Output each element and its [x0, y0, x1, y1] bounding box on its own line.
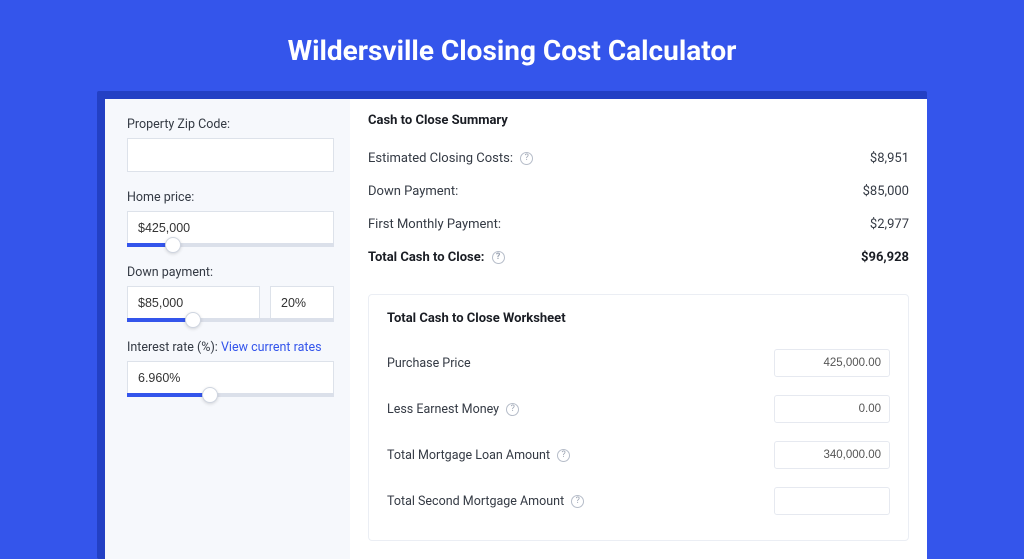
- worksheet-input-purchase-price[interactable]: [774, 349, 890, 377]
- summary-total-label: Total Cash to Close: ?: [368, 250, 505, 265]
- down-slider[interactable]: [127, 318, 334, 322]
- rate-slider-fill: [127, 393, 210, 397]
- summary-total-value: $96,928: [861, 250, 909, 265]
- view-rates-link[interactable]: View current rates: [221, 340, 322, 355]
- worksheet-row-mortgage-amount: Total Mortgage Loan Amount ?: [387, 432, 890, 478]
- rate-slider[interactable]: [127, 393, 334, 397]
- panel-container: Property Zip Code: Home price: Down paym…: [97, 91, 927, 559]
- worksheet-input-earnest-money[interactable]: [774, 395, 890, 423]
- worksheet-row-purchase-price: Purchase Price: [387, 340, 890, 386]
- summary-value: $2,977: [870, 217, 909, 232]
- rate-label: Interest rate (%):: [127, 340, 218, 355]
- input-sidebar: Property Zip Code: Home price: Down paym…: [105, 99, 350, 559]
- help-icon[interactable]: ?: [492, 251, 505, 264]
- help-icon[interactable]: ?: [557, 449, 570, 462]
- down-label: Down payment:: [127, 265, 334, 280]
- worksheet-label-text: Total Mortgage Loan Amount: [387, 448, 550, 463]
- worksheet-label-text: Less Earnest Money: [387, 402, 499, 417]
- down-percent-input[interactable]: [270, 286, 334, 320]
- rate-slider-thumb[interactable]: [202, 387, 218, 403]
- summary-row-total: Total Cash to Close: ? $96,928: [368, 241, 909, 274]
- help-icon[interactable]: ?: [571, 495, 584, 508]
- zip-input[interactable]: [127, 138, 334, 172]
- summary-row-closing-costs: Estimated Closing Costs: ? $8,951: [368, 142, 909, 175]
- zip-label: Property Zip Code:: [127, 117, 334, 132]
- summary-value: $85,000: [863, 184, 909, 199]
- worksheet-title: Total Cash to Close Worksheet: [387, 311, 890, 326]
- field-home-price: Home price:: [127, 190, 334, 247]
- worksheet-label: Total Second Mortgage Amount ?: [387, 494, 584, 509]
- down-slider-thumb[interactable]: [185, 312, 201, 328]
- worksheet-input-second-mortgage[interactable]: [774, 487, 890, 515]
- summary-label: Down Payment:: [368, 184, 458, 199]
- worksheet-label: Less Earnest Money ?: [387, 402, 519, 417]
- field-interest-rate: Interest rate (%): View current rates: [127, 340, 334, 397]
- worksheet-row-earnest-money: Less Earnest Money ?: [387, 386, 890, 432]
- summary-title: Cash to Close Summary: [368, 113, 909, 128]
- worksheet-label: Purchase Price: [387, 356, 471, 371]
- field-down-payment: Down payment:: [127, 265, 334, 322]
- worksheet-row-second-mortgage: Total Second Mortgage Amount ?: [387, 478, 890, 524]
- summary-value: $8,951: [870, 151, 909, 166]
- calculator-panel: Property Zip Code: Home price: Down paym…: [105, 99, 927, 559]
- help-icon[interactable]: ?: [520, 152, 533, 165]
- worksheet-input-mortgage-amount[interactable]: [774, 441, 890, 469]
- summary-card: Cash to Close Summary Estimated Closing …: [368, 113, 909, 274]
- summary-label: Estimated Closing Costs: ?: [368, 151, 533, 166]
- price-slider[interactable]: [127, 243, 334, 247]
- rate-input[interactable]: [127, 361, 334, 395]
- help-icon[interactable]: ?: [506, 403, 519, 416]
- page-title: Wildersville Closing Cost Calculator: [0, 0, 1024, 91]
- summary-label-text: Estimated Closing Costs:: [368, 151, 513, 166]
- results-column: Cash to Close Summary Estimated Closing …: [350, 99, 927, 559]
- rate-label-row: Interest rate (%): View current rates: [127, 340, 334, 355]
- worksheet-label-text: Total Second Mortgage Amount: [387, 494, 564, 509]
- summary-row-down-payment: Down Payment: $85,000: [368, 175, 909, 208]
- summary-label: First Monthly Payment:: [368, 217, 501, 232]
- price-slider-thumb[interactable]: [165, 237, 181, 253]
- worksheet-card: Total Cash to Close Worksheet Purchase P…: [368, 294, 909, 541]
- worksheet-label: Total Mortgage Loan Amount ?: [387, 448, 570, 463]
- summary-total-label-text: Total Cash to Close:: [368, 250, 484, 265]
- summary-row-first-payment: First Monthly Payment: $2,977: [368, 208, 909, 241]
- down-slider-fill: [127, 318, 193, 322]
- price-input[interactable]: [127, 211, 334, 245]
- field-zip: Property Zip Code:: [127, 117, 334, 172]
- price-label: Home price:: [127, 190, 334, 205]
